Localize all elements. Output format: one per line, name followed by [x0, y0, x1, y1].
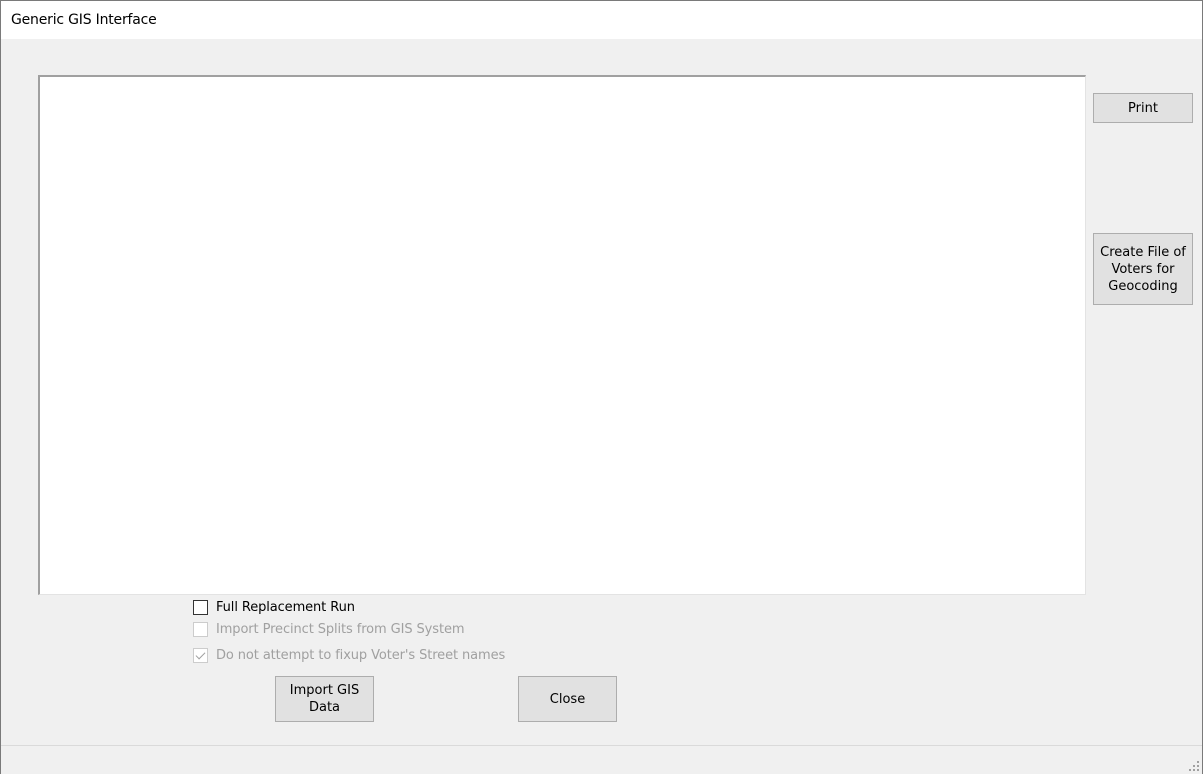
close-button[interactable]: Close [518, 676, 617, 722]
title-bar[interactable]: Generic GIS Interface [1, 1, 1202, 39]
checkmark-icon [195, 649, 206, 659]
import-gis-data-button[interactable]: Import GIS Data [275, 676, 374, 722]
import-splits-label: Import Precinct Splits from GIS System [216, 621, 465, 637]
full-replacement-checkbox[interactable] [193, 599, 208, 615]
resize-grip-icon[interactable] [1186, 758, 1200, 772]
create-voters-file-button[interactable]: Create File of Voters for Geocoding [1093, 233, 1193, 305]
gis-interface-window: Generic GIS Interface Print Create File … [0, 0, 1203, 774]
full-replacement-option[interactable]: Full Replacement Run [193, 598, 355, 616]
full-replacement-label: Full Replacement Run [216, 599, 355, 615]
no-fixup-option: Do not attempt to fixup Voter's Street n… [193, 646, 505, 664]
import-gis-data-label: Import GIS Data [289, 683, 360, 715]
print-button-label: Print [1128, 100, 1158, 116]
import-splits-option: Import Precinct Splits from GIS System [193, 620, 465, 638]
import-splits-checkbox [193, 621, 208, 637]
output-list-box[interactable] [38, 75, 1086, 595]
window-title: Generic GIS Interface [11, 12, 157, 28]
create-voters-file-label: Create File of Voters for Geocoding [1100, 244, 1186, 294]
status-bar [1, 745, 1202, 774]
no-fixup-checkbox [193, 647, 208, 663]
no-fixup-label: Do not attempt to fixup Voter's Street n… [216, 647, 506, 663]
close-button-label: Close [549, 691, 586, 707]
print-button[interactable]: Print [1093, 93, 1193, 123]
